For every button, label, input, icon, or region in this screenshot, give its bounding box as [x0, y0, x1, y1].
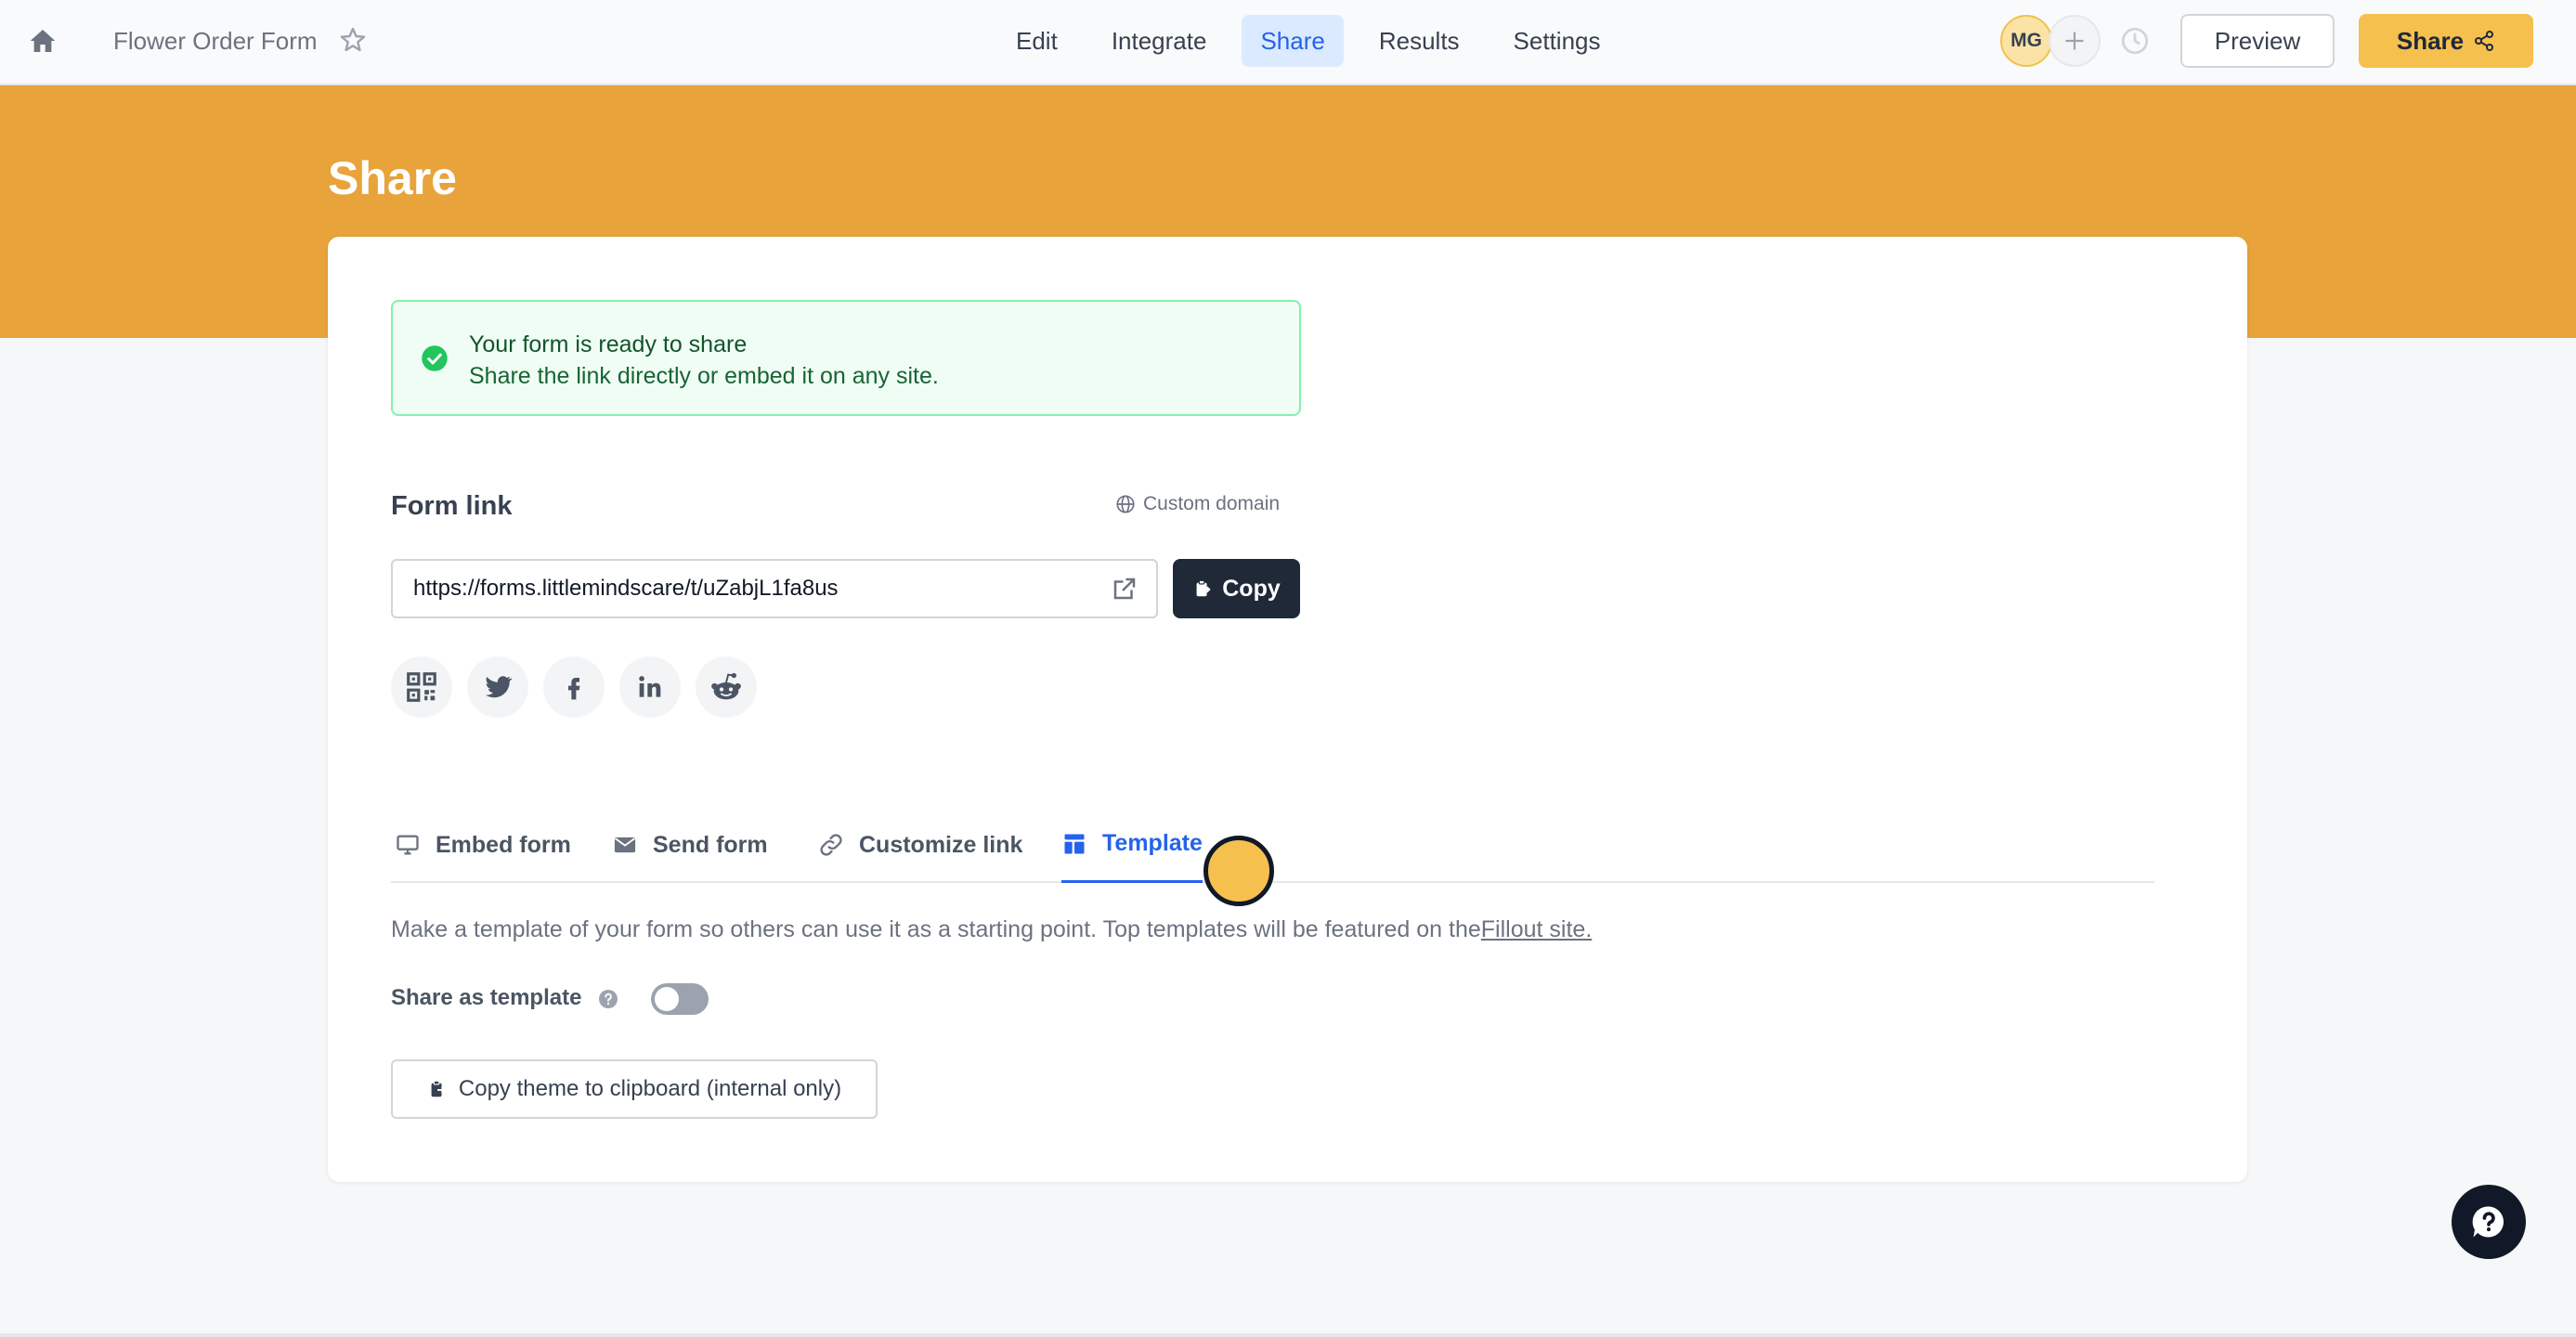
globe-icon — [1116, 495, 1135, 513]
tab-embed-form-label: Embed form — [436, 831, 571, 858]
help-chat-icon — [2472, 1206, 2504, 1238]
form-link-label: Form link — [391, 491, 513, 521]
question-circle-icon[interactable] — [597, 988, 619, 1010]
share-button[interactable]: Share — [2359, 14, 2533, 68]
tab-customize-link[interactable]: Customize link — [818, 807, 1022, 883]
form-link-input[interactable] — [391, 559, 1158, 618]
social-share-row — [391, 656, 757, 718]
monitor-icon — [397, 835, 419, 855]
clipboard-icon — [1196, 579, 1211, 597]
reddit-icon — [711, 672, 741, 700]
linkedin-icon — [639, 676, 661, 697]
clipboard-icon — [431, 1080, 446, 1097]
clock-icon[interactable] — [2119, 25, 2151, 57]
share-as-template-label: Share as template — [391, 985, 582, 1010]
reddit-share-button[interactable] — [696, 656, 757, 718]
plus-icon — [2065, 32, 2084, 50]
tab-template-label: Template — [1102, 830, 1203, 856]
tab-send-form-label: Send form — [653, 831, 768, 858]
nav-edit[interactable]: Edit — [997, 15, 1076, 67]
ready-alert: Your form is ready to share Share the li… — [391, 300, 1301, 416]
bottom-divider — [0, 1333, 2576, 1337]
external-link-icon[interactable] — [1111, 575, 1138, 603]
page-title: Share — [328, 152, 457, 204]
cursor-highlight — [1203, 836, 1274, 906]
facebook-share-button[interactable] — [543, 656, 605, 718]
twitter-share-button[interactable] — [467, 656, 528, 718]
alert-title: Your form is ready to share — [469, 331, 748, 357]
share-card: Your form is ready to share Share the li… — [328, 237, 2247, 1182]
tab-customize-link-label: Customize link — [859, 831, 1023, 858]
add-collaborator-button[interactable] — [2049, 15, 2101, 67]
fillout-site-link[interactable]: Fillout site. — [1481, 916, 1592, 942]
qr-code-button[interactable] — [391, 656, 452, 718]
avatar[interactable]: MG — [2000, 15, 2052, 67]
tab-embed-form[interactable]: Embed form — [395, 807, 571, 883]
facebook-icon — [568, 678, 580, 700]
check-circle-icon — [422, 345, 448, 371]
twitter-icon — [485, 676, 513, 698]
star-icon[interactable] — [338, 25, 368, 55]
nav-settings[interactable]: Settings — [1495, 15, 1620, 67]
link-icon — [820, 834, 842, 856]
nav-integrate[interactable]: Integrate — [1093, 15, 1226, 67]
copy-link-button[interactable]: Copy — [1173, 559, 1300, 618]
copy-theme-label: Copy theme to clipboard (internal only) — [458, 1076, 842, 1101]
copy-button-label: Copy — [1222, 575, 1281, 602]
share-icon — [2475, 31, 2494, 51]
template-icon — [1064, 834, 1085, 853]
qr-code-icon — [407, 672, 436, 702]
top-bar: Flower Order Form Edit Integrate Share R… — [0, 0, 2576, 85]
envelope-icon — [614, 837, 636, 853]
help-chat-button[interactable] — [2452, 1185, 2526, 1259]
main-nav: Edit Integrate Share Results Settings — [997, 15, 1620, 67]
tab-send-form[interactable]: Send form — [612, 807, 768, 883]
toggle-knob — [655, 987, 679, 1011]
copy-theme-button[interactable]: Copy theme to clipboard (internal only) — [391, 1059, 878, 1119]
custom-domain-label: Custom domain — [1143, 493, 1281, 514]
share-as-template-toggle[interactable] — [651, 983, 709, 1015]
share-button-label: Share — [2396, 26, 2465, 55]
form-title[interactable]: Flower Order Form — [113, 26, 318, 56]
linkedin-share-button[interactable] — [619, 656, 681, 718]
preview-button[interactable]: Preview — [2180, 14, 2335, 68]
nav-share[interactable]: Share — [1242, 15, 1344, 67]
custom-domain-link[interactable]: Custom domain — [1115, 493, 1280, 515]
home-icon[interactable] — [28, 26, 58, 56]
template-description-text: Make a template of your form so others c… — [391, 916, 1481, 942]
nav-results[interactable]: Results — [1360, 15, 1478, 67]
template-description: Make a template of your form so others c… — [391, 915, 1592, 944]
tab-template[interactable]: Template — [1061, 807, 1203, 883]
alert-text: Share the link directly or embed it on a… — [469, 363, 939, 389]
